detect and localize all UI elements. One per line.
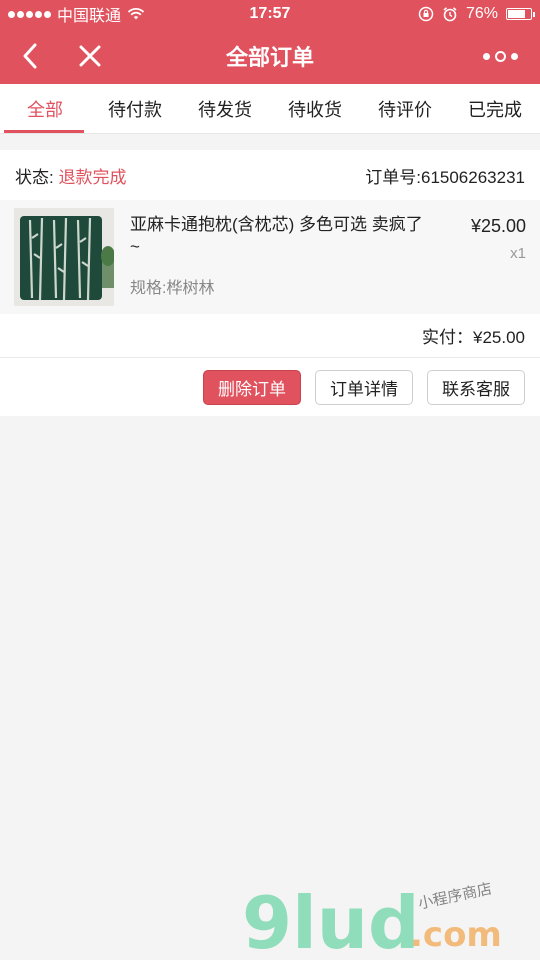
tab-pending-shipment[interactable]: 待发货 bbox=[180, 84, 270, 133]
more-button[interactable] bbox=[460, 28, 540, 84]
watermark-brand: 9lud bbox=[242, 881, 420, 960]
product-item[interactable]: 亚麻卡通抱枕(含枕芯) 多色可选 卖疯了~ 规格:桦树林 ¥25.00 x1 bbox=[0, 200, 540, 314]
more-dot-icon bbox=[510, 52, 518, 60]
order-number: 订单号:61506263231 bbox=[365, 167, 525, 187]
tab-pending-receipt[interactable]: 待收货 bbox=[270, 84, 360, 133]
battery-icon bbox=[506, 8, 535, 20]
close-icon bbox=[79, 45, 101, 67]
order-header: 状态: 退款完成 订单号:61506263231 bbox=[0, 150, 540, 200]
more-ring-icon bbox=[494, 50, 506, 62]
paid-amount: 实付：¥25.00 bbox=[0, 314, 540, 358]
close-button[interactable] bbox=[60, 28, 120, 84]
back-button[interactable] bbox=[0, 28, 60, 84]
product-image bbox=[14, 208, 114, 306]
back-arrow-icon bbox=[23, 43, 37, 69]
order-status: 状态: 退款完成 bbox=[15, 163, 126, 188]
product-price-col: ¥25.00 x1 bbox=[471, 208, 526, 306]
order-card: 状态: 退款完成 订单号:61506263231 亚麻卡通抱枕(含枕芯) 多色可… bbox=[0, 150, 540, 416]
product-name: 亚麻卡通抱枕(含枕芯) 多色可选 卖疯了~ bbox=[130, 215, 423, 256]
contact-service-button[interactable]: 联系客服 bbox=[427, 369, 525, 405]
tab-pending-payment[interactable]: 待付款 bbox=[90, 84, 180, 133]
product-quantity: x1 bbox=[510, 245, 526, 262]
watermark-logo: 9lud .com 小程序商店 bbox=[240, 879, 540, 960]
delete-order-button[interactable]: 删除订单 bbox=[203, 369, 301, 405]
product-info: 亚麻卡通抱枕(含枕芯) 多色可选 卖疯了~ 规格:桦树林 bbox=[114, 208, 471, 306]
tab-pending-review[interactable]: 待评价 bbox=[360, 84, 450, 133]
tab-completed[interactable]: 已完成 bbox=[450, 84, 540, 133]
carrier-label: 中国联通 bbox=[57, 8, 122, 25]
nav-bar: 全部订单 bbox=[0, 28, 540, 84]
order-detail-button[interactable]: 订单详情 bbox=[315, 369, 413, 405]
product-spec: 规格:桦树林 bbox=[130, 280, 215, 297]
more-dot-icon bbox=[482, 52, 490, 60]
alarm-icon bbox=[443, 7, 457, 22]
status-left: 中国联通 bbox=[8, 2, 145, 26]
battery-percent: 76% bbox=[465, 5, 498, 22]
order-actions: 删除订单 订单详情 联系客服 bbox=[0, 358, 540, 416]
product-price: ¥25.00 bbox=[470, 216, 526, 236]
signal-icon bbox=[8, 10, 51, 18]
order-tabs: 全部 待付款 待发货 待收货 待评价 已完成 bbox=[0, 84, 540, 134]
status-label: 状态: bbox=[15, 167, 54, 187]
tab-all[interactable]: 全部 bbox=[0, 84, 90, 133]
wifi-icon bbox=[127, 8, 145, 20]
status-value: 退款完成 bbox=[58, 167, 127, 187]
watermark-tagline: 小程序商店 bbox=[416, 880, 493, 913]
status-right: 76% bbox=[418, 5, 535, 23]
watermark-domain: .com bbox=[410, 915, 502, 955]
status-bar: 中国联通 17:57 76% bbox=[0, 0, 540, 28]
rotation-lock-icon bbox=[418, 6, 434, 22]
